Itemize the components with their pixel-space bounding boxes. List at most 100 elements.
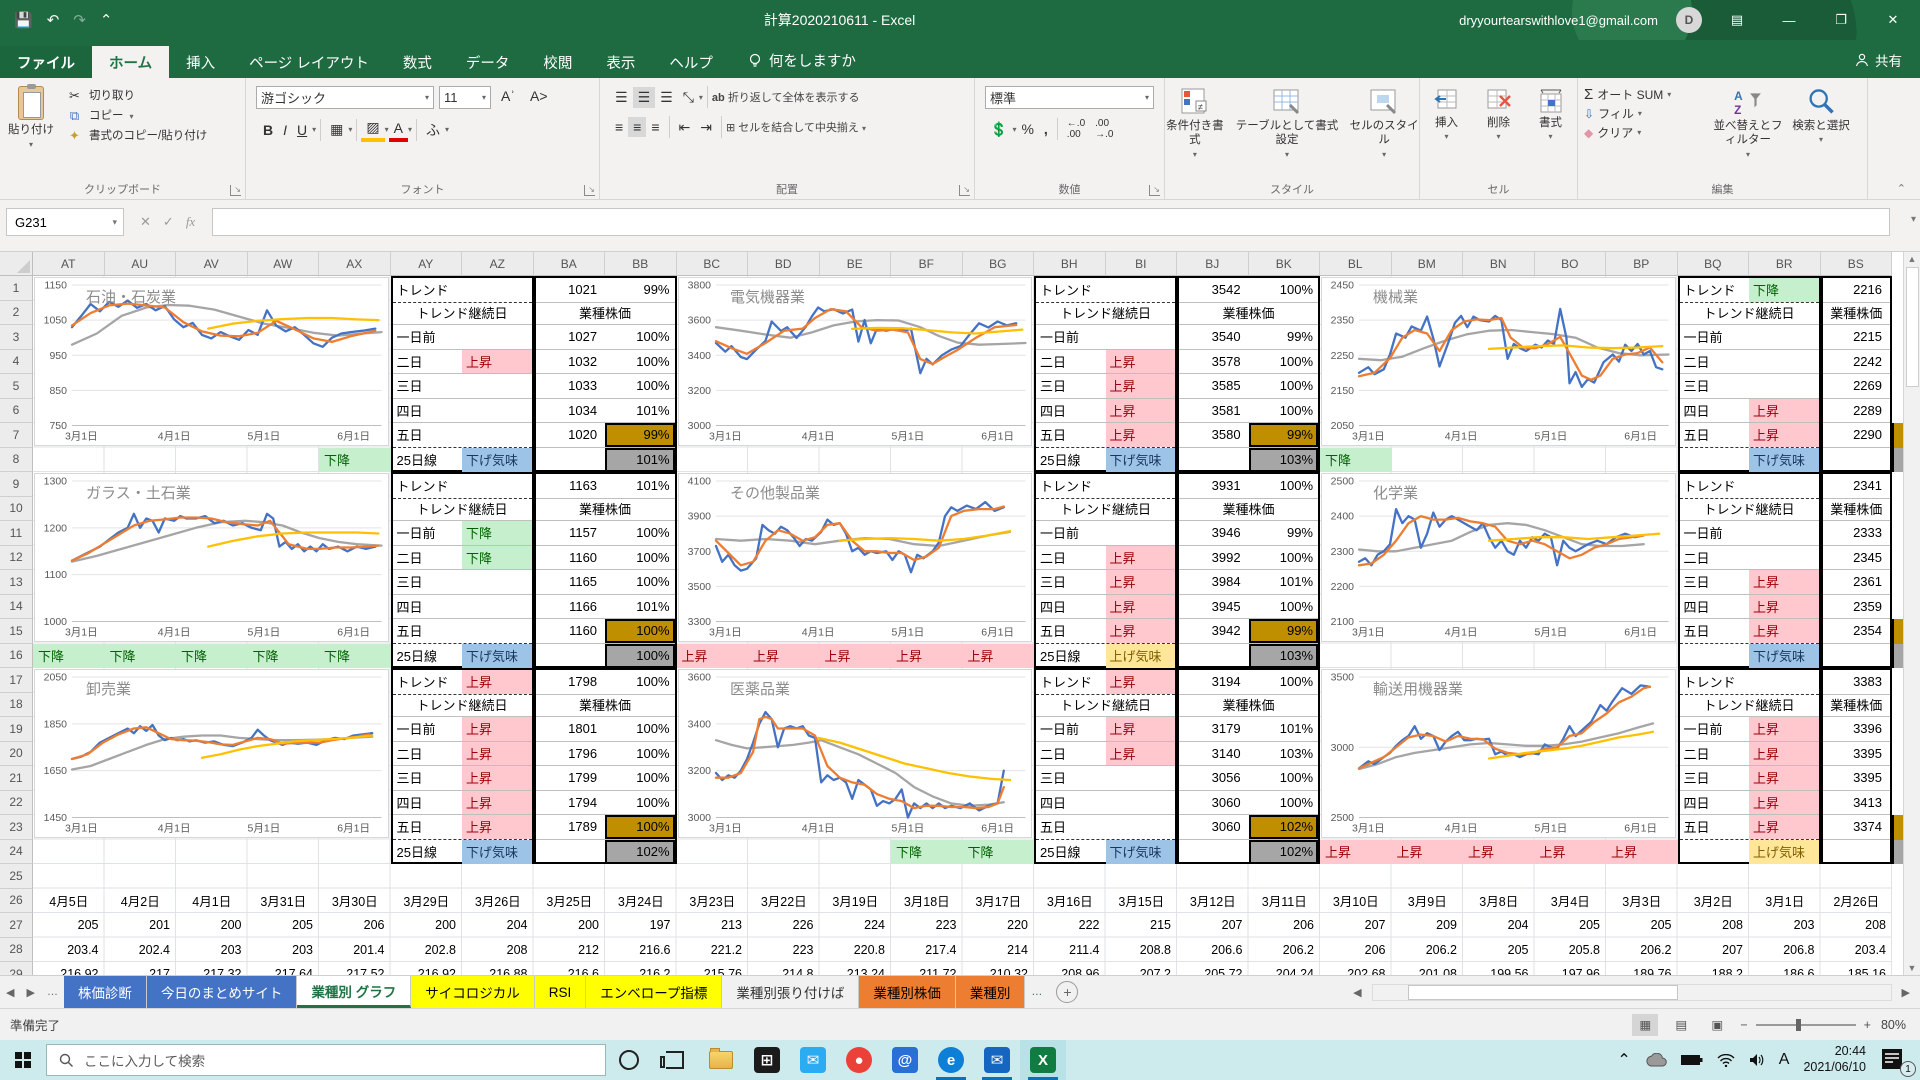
price-value-cell[interactable]: 3942 — [1179, 619, 1249, 643]
data-cell[interactable]: 3月22日 — [748, 889, 820, 914]
phonetic-guide-icon[interactable]: ふ — [421, 118, 445, 142]
data-cell[interactable]: 206.2 — [1606, 938, 1678, 963]
trend-status-cell[interactable]: 上昇 — [462, 350, 532, 374]
pct-value-cell[interactable]: 100% — [605, 521, 674, 545]
start-button[interactable] — [0, 1040, 46, 1080]
find-select-button[interactable]: 検索と選択▾ — [1788, 78, 1854, 159]
price-value-cell[interactable]: 3540 — [1179, 325, 1249, 349]
sheet-tab-業種別 グラフ[interactable]: 業種別 グラフ — [297, 976, 411, 1008]
row-header-11[interactable]: 11 — [0, 521, 33, 546]
ribbon-tab-ヘルプ[interactable]: ヘルプ — [652, 46, 730, 78]
ribbon-tab-ページ レイアウト[interactable]: ページ レイアウト — [232, 46, 386, 78]
trend-status-cell[interactable]: 上昇 — [1749, 742, 1819, 766]
column-header-BQ[interactable]: BQ — [1678, 252, 1750, 276]
middle-align-icon[interactable]: ☰ — [633, 87, 656, 108]
data-cell[interactable]: 209 — [1392, 913, 1464, 938]
price-value-cell[interactable]: 3931 — [1179, 474, 1249, 498]
pct-value-cell[interactable]: 100% — [605, 644, 674, 669]
zoom-level[interactable]: 80% — [1881, 1018, 1906, 1032]
row-header-8[interactable]: 8 — [0, 448, 33, 473]
sheet-tab-業種別[interactable]: 業種別 — [956, 976, 1026, 1008]
onedrive-icon[interactable] — [1645, 1053, 1667, 1067]
page-layout-view-icon[interactable]: ▤ — [1668, 1014, 1694, 1036]
data-cell[interactable]: 197.96 — [1535, 962, 1607, 975]
data-cell[interactable]: 215.76 — [677, 962, 749, 975]
row-header-28[interactable]: 28 — [0, 938, 33, 963]
trend-annotation-cell[interactable]: 下降 — [1320, 448, 1392, 473]
shrink-font-icon[interactable]: A˃ — [525, 86, 553, 109]
grid-body[interactable]: 115010509508507503月1日4月1日5月1日6月1日石油・石炭業ト… — [33, 276, 1892, 975]
ribbon-tab-表示[interactable]: 表示 — [589, 46, 652, 78]
data-cell[interactable]: 3月31日 — [248, 889, 320, 914]
sort-filter-button[interactable]: AZ 並べ替えとフィルター▾ — [1708, 78, 1788, 159]
vertical-scrollbar[interactable]: ▲ ▼ — [1903, 252, 1920, 975]
data-cell[interactable]: 3月3日 — [1606, 889, 1678, 914]
row-header-24[interactable]: 24 — [0, 840, 33, 865]
ribbon-tab-校閲[interactable]: 校閲 — [526, 46, 589, 78]
conditional-formatting-button[interactable]: ≠ 条件付き書式▾ — [1165, 78, 1225, 159]
price-value-cell[interactable]: 1160 — [536, 619, 606, 643]
row-header-15[interactable]: 15 — [0, 619, 33, 644]
trend-status-cell[interactable] — [462, 474, 532, 498]
column-header-BF[interactable]: BF — [891, 252, 963, 276]
trend-status-cell[interactable]: 下降 — [1749, 278, 1819, 302]
data-cell[interactable]: 204 — [1463, 913, 1535, 938]
percent-style-icon[interactable]: % — [1016, 119, 1038, 139]
orientation-icon[interactable]: ⤡ — [678, 87, 699, 108]
data-cell[interactable]: 203.4 — [1821, 938, 1893, 963]
pct-value-cell[interactable]: 101% — [1249, 570, 1318, 594]
sector-chart-電気機器業[interactable]: 380036003400320030003月1日4月1日5月1日6月1日電気機器… — [678, 277, 1033, 446]
data-cell[interactable]: 3月8日 — [1463, 889, 1535, 914]
name-box[interactable]: G231▾ — [6, 208, 124, 236]
data-cell[interactable]: 201 — [105, 913, 177, 938]
data-cell[interactable]: 213.24 — [820, 962, 892, 975]
number-dialog-launcher[interactable]: ↘ — [1149, 185, 1160, 196]
price-value-cell[interactable]: 3060 — [1179, 791, 1249, 815]
column-header-BA[interactable]: BA — [534, 252, 606, 276]
pct-value-cell[interactable]: 100% — [1249, 595, 1318, 619]
excel-icon[interactable]: X — [1020, 1040, 1066, 1080]
column-header-AV[interactable]: AV — [176, 252, 248, 276]
qat-customize-icon[interactable]: ⌃ — [100, 11, 113, 29]
trend-annotation-cell[interactable]: 下降 — [891, 840, 963, 865]
data-cell[interactable]: 208.8 — [1106, 938, 1178, 963]
mail-icon[interactable]: ✉ — [790, 1040, 836, 1080]
trend-status-cell[interactable]: 下げ気味 — [1106, 840, 1176, 865]
insert-cells-button[interactable]: 挿入▾ — [1421, 78, 1473, 141]
new-sheet-button[interactable]: + — [1056, 981, 1078, 1003]
price-value-cell[interactable]: 2216 — [1823, 278, 1891, 302]
row-header-25[interactable]: 25 — [0, 864, 33, 889]
sector-table-医薬品業[interactable]: トレンド上昇トレンド継続日一日前上昇二日上昇三日四日五日25日線下げ気味3194… — [1034, 668, 1320, 864]
price-value-cell[interactable]: 1032 — [536, 350, 606, 374]
sector-table-輸送用機器業[interactable]: トレンドトレンド継続日一日前上昇二日上昇三日上昇四日上昇五日上昇上げ気味3383… — [1678, 668, 1893, 864]
pct-value-cell[interactable]: 100% — [1249, 374, 1318, 398]
price-value-cell[interactable] — [536, 448, 606, 473]
scroll-up-icon[interactable]: ▲ — [1908, 254, 1917, 264]
price-value-cell[interactable]: 1021 — [536, 278, 606, 302]
outlook-icon[interactable]: ✉ — [974, 1040, 1020, 1080]
data-cell[interactable]: 208.96 — [1034, 962, 1106, 975]
sector-chart-ガラス・土石業[interactable]: 13001200110010003月1日4月1日5月1日6月1日ガラス・土石業 — [34, 473, 389, 642]
data-cell[interactable]: 211.4 — [1034, 938, 1106, 963]
paste-button[interactable]: 貼り付け▾ — [0, 78, 62, 174]
font-name-box[interactable]: 游ゴシック▾ — [256, 86, 434, 109]
trend-status-cell[interactable] — [462, 325, 532, 349]
pct-value-cell[interactable]: 100% — [605, 374, 674, 398]
trend-status-cell[interactable]: 上昇 — [1749, 791, 1819, 815]
pct-value-cell[interactable]: 100% — [605, 570, 674, 594]
row-header-13[interactable]: 13 — [0, 570, 33, 595]
trend-status-cell[interactable] — [1106, 521, 1176, 545]
pct-value-cell[interactable]: 100% — [605, 325, 674, 349]
price-value-cell[interactable]: 1798 — [536, 670, 606, 694]
price-value-cell[interactable]: 1157 — [536, 521, 606, 545]
row-header-2[interactable]: 2 — [0, 301, 33, 326]
data-cell[interactable]: 220.8 — [820, 938, 892, 963]
data-cell[interactable]: 208 — [1678, 913, 1750, 938]
sector-chart-機械業[interactable]: 245023502250215020503月1日4月1日5月1日6月1日機械業 — [1321, 277, 1676, 446]
formula-bar-expand-icon[interactable]: ▾ — [1911, 214, 1916, 225]
cancel-icon[interactable]: ✕ — [140, 214, 151, 230]
tab-scroll-left-icon[interactable]: ◀ — [0, 976, 20, 1008]
price-value-cell[interactable]: 1796 — [536, 742, 606, 766]
data-cell[interactable]: 226 — [748, 913, 820, 938]
normal-view-icon[interactable]: ▦ — [1632, 1014, 1658, 1036]
